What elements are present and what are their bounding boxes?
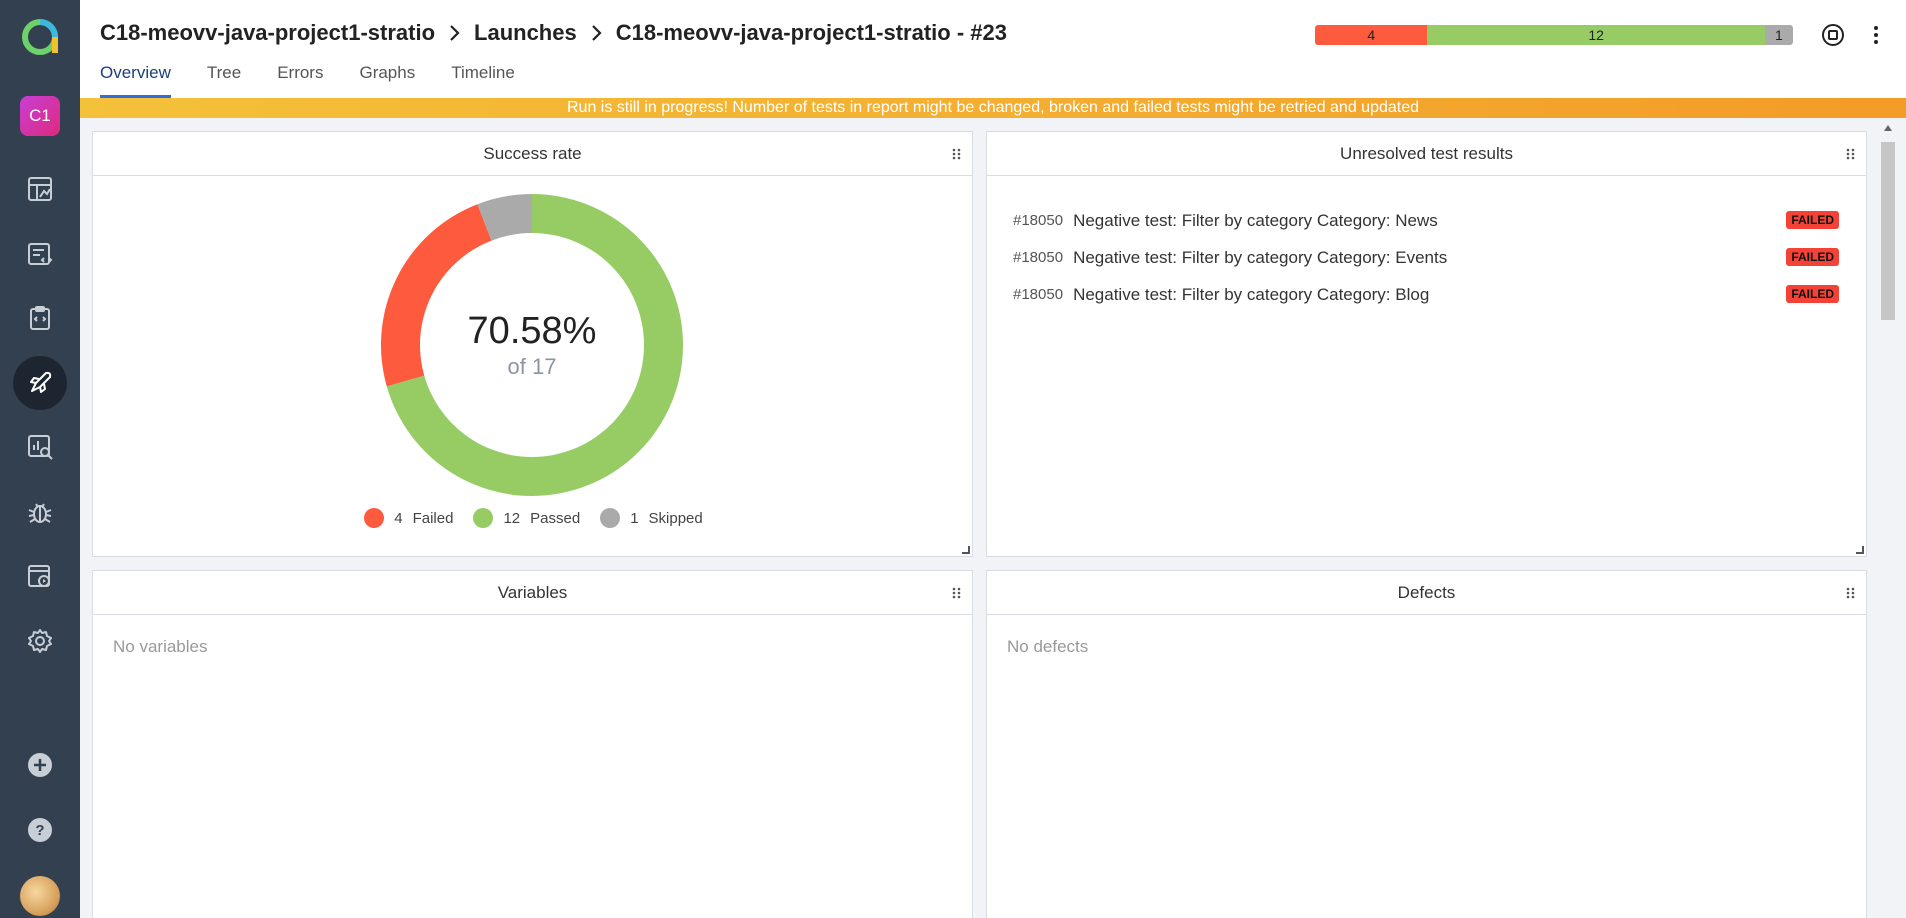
stats-passed: 12 [1427, 25, 1765, 45]
donut-center: 70.58% of 17 [381, 194, 683, 496]
list-item[interactable]: #18050 Negative test: Filter by category… [1013, 202, 1839, 239]
list-item[interactable]: #18050 Negative test: Filter by category… [1013, 239, 1839, 276]
variables-widget: Variables No variables [92, 570, 973, 918]
scrollbar-thumb[interactable] [1881, 142, 1895, 320]
widget-title: Unresolved test results [1340, 144, 1513, 163]
legend-label: Failed [412, 509, 454, 527]
legend-dot [473, 508, 494, 528]
defects-icon[interactable] [13, 485, 67, 539]
test-plans-icon[interactable] [13, 291, 67, 345]
status-badge: FAILED [1786, 248, 1839, 266]
legend-count: 1 [630, 509, 639, 527]
legend-count: 4 [394, 509, 403, 527]
allure-logo-icon[interactable] [20, 17, 60, 57]
empty-defects-text: No defects [1007, 637, 1089, 656]
success-donut-chart: 70.58% of 17 [381, 194, 683, 496]
defects-widget: Defects No defects [986, 570, 1867, 918]
settings-icon[interactable] [13, 614, 67, 668]
analytics-icon[interactable] [13, 420, 67, 474]
widget-header: Success rate [93, 132, 972, 176]
tabs: Overview Tree Errors Graphs Timeline [100, 63, 551, 98]
resize-handle[interactable] [962, 546, 970, 554]
breadcrumb-launches[interactable]: Launches [474, 20, 577, 46]
chevron-right-icon [591, 25, 602, 41]
test-cases-icon[interactable] [13, 227, 67, 281]
unresolved-results-widget: Unresolved test results #18050 Negative … [986, 131, 1867, 557]
tab-overview[interactable]: Overview [100, 63, 171, 98]
svg-text:?: ? [35, 822, 44, 839]
scroll-up-arrow-icon[interactable] [1884, 125, 1892, 131]
status-badge: FAILED [1786, 211, 1839, 229]
overview-content: Success rate 70.58% of 17 4 Failed 12 Pa… [80, 118, 1906, 918]
status-badge: FAILED [1786, 285, 1839, 303]
more-menu-icon[interactable] [1861, 20, 1891, 50]
breadcrumb: C18-meovv-java-project1-stratio Launches… [100, 20, 1007, 46]
widget-title: Variables [497, 583, 568, 602]
drag-handle-icon[interactable] [1846, 148, 1856, 160]
launches-icon[interactable] [13, 356, 67, 410]
legend-dot [600, 508, 621, 528]
test-name: Negative test: Filter by category Catego… [1073, 210, 1438, 230]
legend-label: Skipped [648, 509, 703, 527]
chart-legend: 4 Failed 12 Passed 1 Skipped [93, 508, 974, 528]
stats-skipped: 1 [1764, 25, 1793, 45]
project-avatar[interactable]: C1 [20, 96, 60, 136]
legend-count: 12 [503, 509, 521, 527]
success-rate-widget: Success rate 70.58% of 17 4 Failed 12 Pa… [92, 131, 973, 557]
test-id: #18050 [1013, 286, 1064, 303]
total-count: of 17 [507, 354, 557, 379]
tab-timeline[interactable]: Timeline [451, 63, 515, 98]
stats-bar: 4 12 1 [1315, 25, 1793, 45]
legend-dot [364, 508, 385, 528]
widget-title: Success rate [483, 144, 582, 163]
test-name: Negative test: Filter by category Catego… [1073, 247, 1448, 267]
widget-header: Unresolved test results [987, 132, 1866, 176]
help-icon[interactable]: ? [13, 803, 67, 857]
success-percent: 70.58% [467, 310, 597, 352]
drag-handle-icon[interactable] [952, 148, 962, 160]
user-avatar[interactable] [20, 876, 60, 916]
test-id: #18050 [1013, 212, 1064, 229]
legend-label: Passed [530, 509, 581, 527]
list-item[interactable]: #18050 Negative test: Filter by category… [1013, 276, 1839, 313]
dashboards-icon[interactable] [13, 162, 67, 216]
test-name: Negative test: Filter by category Catego… [1073, 284, 1430, 304]
widget-header: Defects [987, 571, 1866, 615]
stop-launch-icon[interactable] [1818, 20, 1848, 50]
app-root: C1 ? C18-meovv-java-project1-stratio Lau… [0, 0, 1906, 918]
jobs-icon[interactable] [13, 549, 67, 603]
chevron-right-icon [450, 25, 460, 41]
legend-skipped[interactable]: 1 Skipped [600, 508, 703, 528]
widget-header: Variables [93, 571, 972, 615]
header: C18-meovv-java-project1-stratio Launches… [80, 0, 1906, 98]
legend-passed[interactable]: 12 Passed [473, 508, 580, 528]
drag-handle-icon[interactable] [1846, 587, 1856, 599]
empty-variables-text: No variables [113, 637, 208, 656]
tab-tree[interactable]: Tree [207, 63, 241, 98]
breadcrumb-project[interactable]: C18-meovv-java-project1-stratio [100, 20, 435, 46]
tab-graphs[interactable]: Graphs [359, 63, 415, 98]
unresolved-list: #18050 Negative test: Filter by category… [1013, 202, 1839, 313]
test-id: #18050 [1013, 249, 1064, 266]
in-progress-banner: Run is still in progress! Number of test… [80, 98, 1906, 118]
legend-failed[interactable]: 4 Failed [364, 508, 453, 528]
tab-errors[interactable]: Errors [277, 63, 323, 98]
add-icon[interactable] [13, 738, 67, 792]
stats-failed: 4 [1315, 25, 1428, 45]
widget-title: Defects [1397, 583, 1456, 602]
project-label: C1 [29, 106, 51, 125]
sidebar: C1 ? [0, 0, 80, 918]
drag-handle-icon[interactable] [952, 587, 962, 599]
breadcrumb-launch: C18-meovv-java-project1-stratio - #23 [615, 20, 1007, 45]
resize-handle[interactable] [1856, 546, 1864, 554]
